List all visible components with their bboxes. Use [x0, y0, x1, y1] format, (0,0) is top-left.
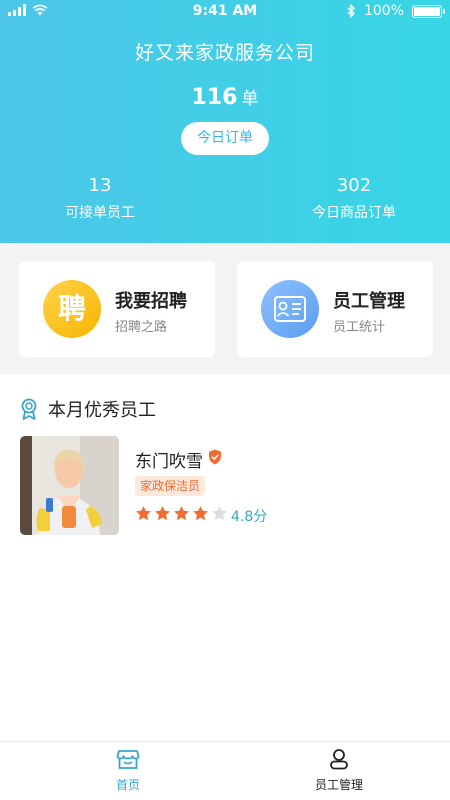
star-filled-icon: [136, 506, 151, 521]
company-name: 好又来家政服务公司: [134, 42, 315, 64]
card-title: 我要招聘: [115, 291, 187, 312]
stat-available-staff[interactable]: 13 可接单员工: [0, 175, 200, 222]
recruit-icon: 聘: [43, 280, 101, 338]
section-title: 本月优秀员工: [48, 400, 156, 421]
star-filled-icon: [155, 506, 170, 521]
feature-cards-band: 聘 我要招聘 招聘之路 员工管理 员工统计: [0, 243, 450, 374]
card-title: 员工管理: [333, 291, 405, 312]
card-subtitle: 员工统计: [333, 320, 386, 335]
star-empty-icon: [212, 506, 227, 521]
tab-label: 员工管理: [314, 778, 363, 792]
store-icon: [116, 750, 140, 769]
stat-value: 302: [336, 175, 372, 196]
orders-count: 116: [191, 85, 238, 110]
stat-label: 可接单员工: [65, 205, 135, 221]
user-icon: [330, 749, 348, 770]
star-filled-icon: [193, 506, 208, 521]
today-orders-button[interactable]: 今日订单: [181, 122, 269, 155]
rating-stars: [135, 505, 228, 522]
verified-shield-icon: [209, 449, 221, 465]
tab-home[interactable]: 首页: [68, 748, 188, 793]
employee-name: 东门吹雪: [135, 452, 203, 472]
stat-product-orders[interactable]: 302 今日商品订单: [254, 175, 450, 222]
battery-percent: 100%: [363, 3, 404, 19]
employee-role-tag: 家政保洁员: [135, 476, 206, 496]
employee-item[interactable]: 东门吹雪 家政保洁员 4.8分: [20, 436, 430, 536]
staff-management-card[interactable]: 员工管理 员工统计: [237, 261, 433, 357]
stat-label: 今日商品订单: [312, 205, 396, 221]
stat-value: 13: [88, 175, 112, 196]
section-header: 本月优秀员工: [20, 396, 156, 422]
tab-label: 首页: [115, 778, 140, 792]
star-filled-icon: [174, 506, 189, 521]
employee-photo: [20, 436, 119, 535]
bluetooth-icon: [347, 4, 355, 18]
tab-staff-management[interactable]: 员工管理: [279, 748, 399, 793]
header-panel: 9:41 AM 100% 好又来家政服务公司 116 单 今日订单 13 可接单员…: [0, 0, 450, 243]
orders-total: 116 单: [0, 84, 450, 110]
id-card-icon: [261, 280, 319, 338]
bottom-tab-bar: 首页 员工管理: [0, 741, 450, 800]
status-bar: 9:41 AM 100%: [0, 0, 450, 24]
battery-icon: [412, 4, 445, 18]
card-subtitle: 招聘之路: [115, 320, 168, 335]
app-screen: 9:41 AM 100% 好又来家政服务公司 116 单 今日订单 13 可接单员…: [0, 0, 450, 800]
recruit-card[interactable]: 聘 我要招聘 招聘之路: [19, 261, 215, 357]
status-right: 100%: [347, 3, 445, 19]
award-ribbon-icon: [21, 398, 37, 420]
orders-unit: 单: [241, 89, 259, 109]
employee-rating: 4.8分: [231, 509, 268, 525]
